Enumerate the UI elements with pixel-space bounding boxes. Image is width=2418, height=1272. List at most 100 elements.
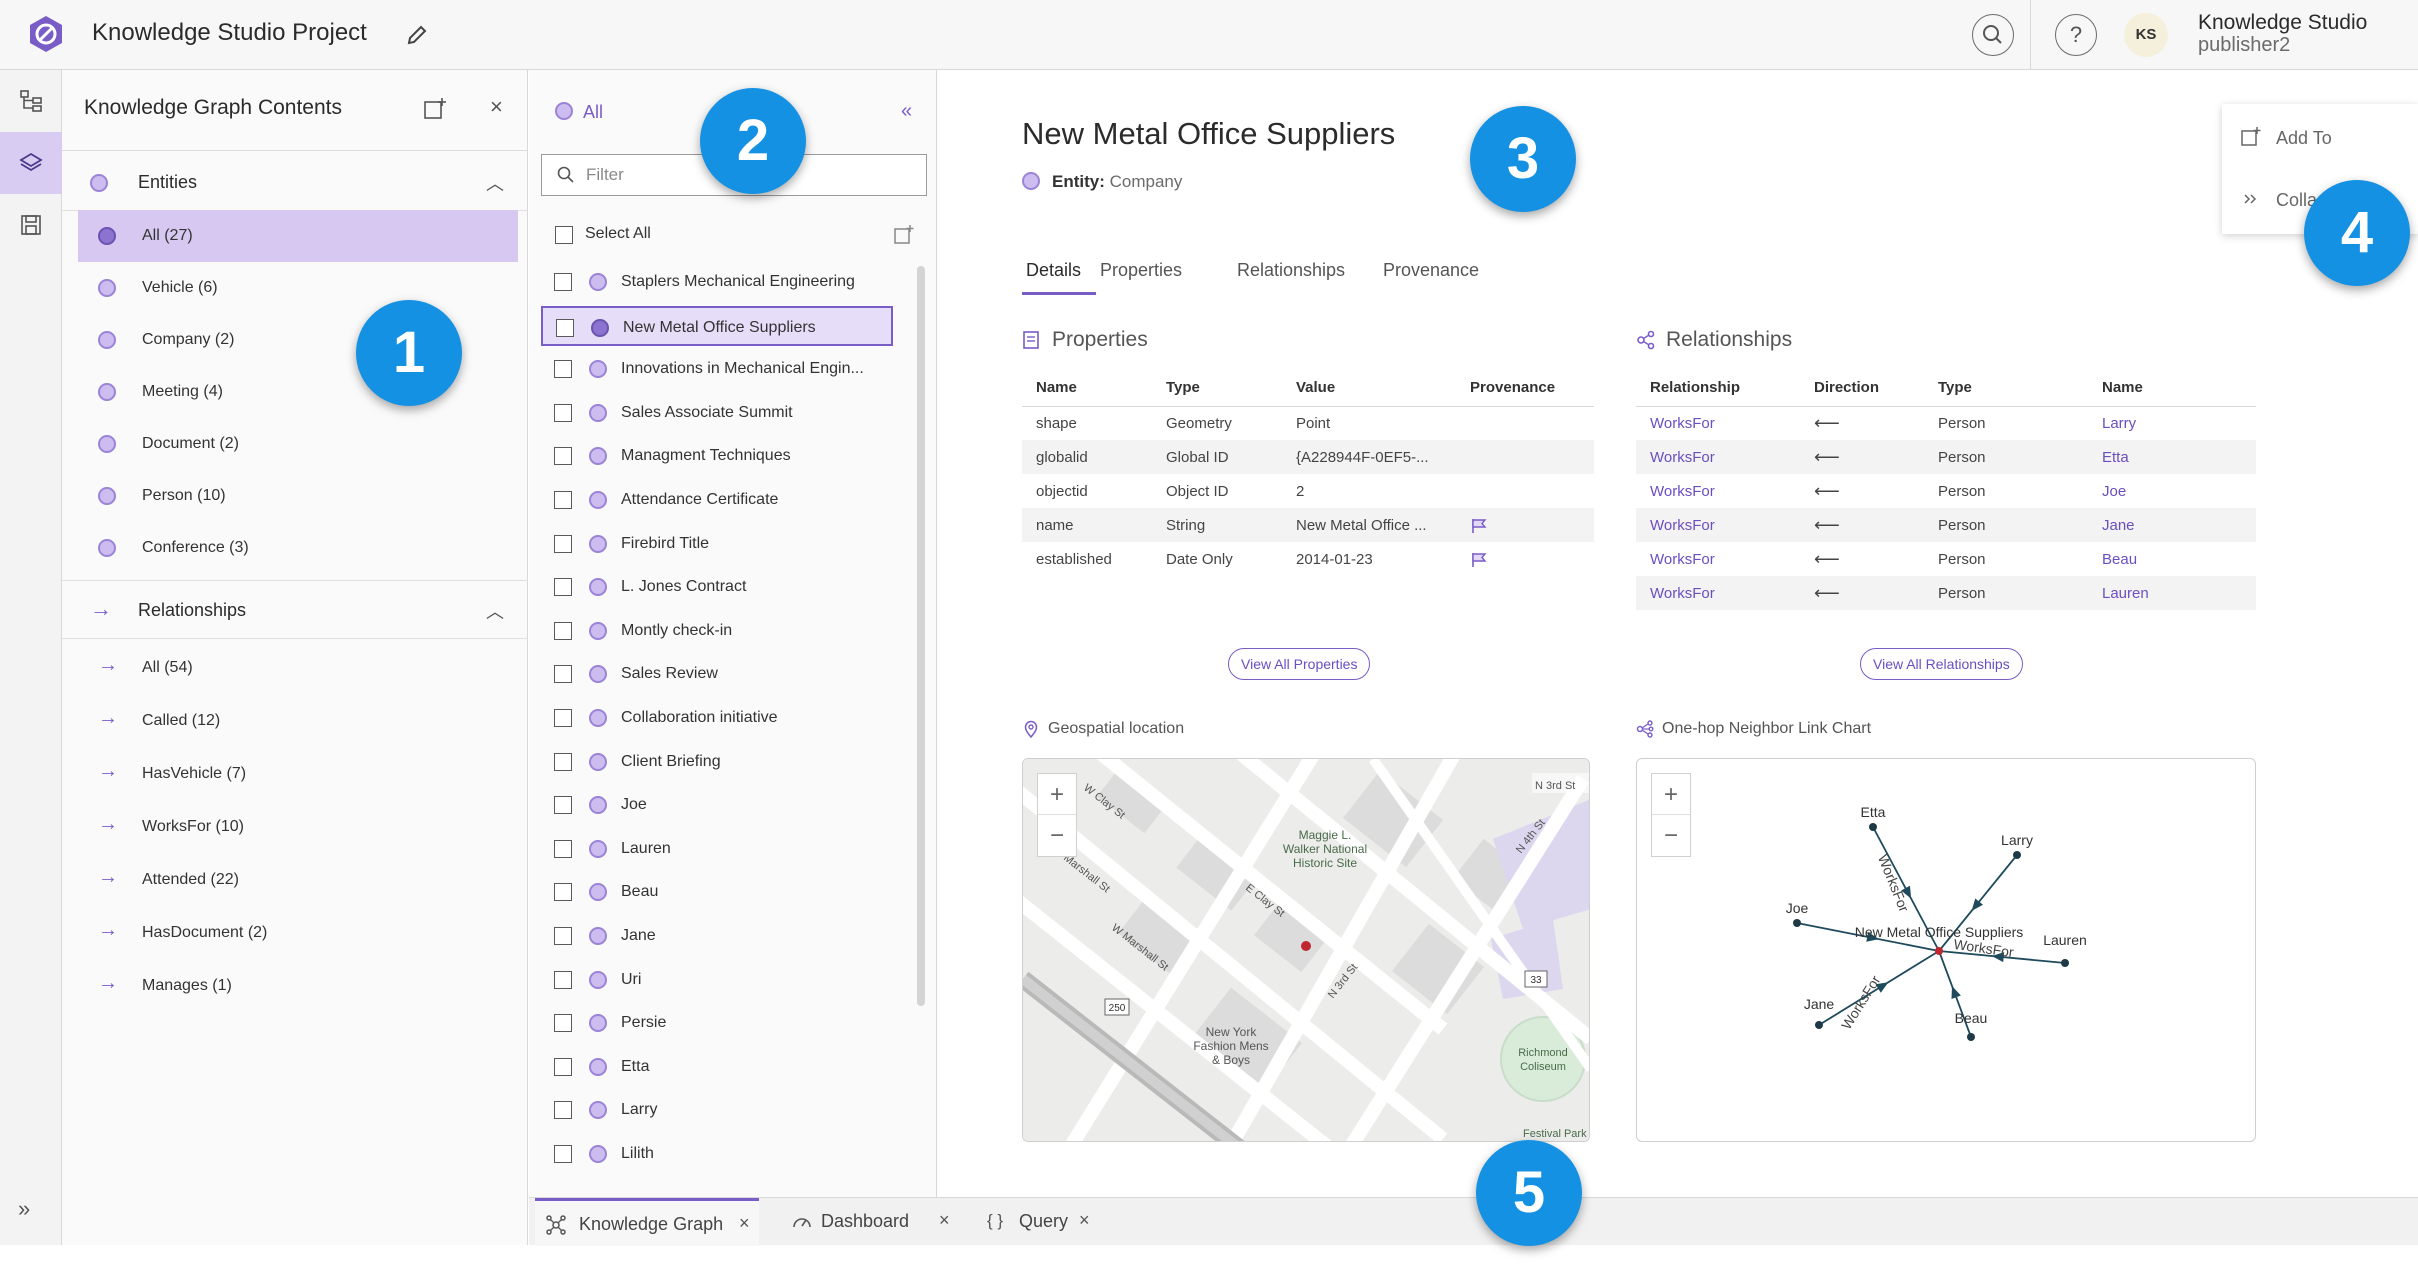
item-checkbox[interactable] [554,491,572,509]
tab-knowledge-graph[interactable]: Knowledge Graph × [535,1198,759,1246]
entity-list-item[interactable]: Lauren [541,829,893,869]
zoom-out-button[interactable]: − [1038,815,1076,856]
tab-query[interactable]: { } Query × [977,1198,1117,1246]
entity-type-conference[interactable]: Conference (3) [78,522,518,574]
item-checkbox[interactable] [554,403,572,422]
item-checkbox[interactable] [554,360,572,379]
entity-list-item[interactable]: Innovations in Mechanical Engin... [541,349,893,389]
item-checkbox[interactable] [554,1101,572,1120]
entity-list-item[interactable]: Staplers Mechanical Engineering [541,262,893,302]
entity-list-item[interactable]: Managment Techniques [541,436,893,476]
close-tab-icon[interactable]: × [739,1213,750,1234]
item-checkbox[interactable] [554,621,572,640]
entity-list-item[interactable]: Firebird Title [541,524,893,564]
tab-properties[interactable]: Properties [1100,260,1182,281]
close-tab-icon[interactable]: × [1079,1210,1090,1231]
relationship-link[interactable]: WorksFor [1636,406,1800,440]
item-checkbox[interactable] [554,839,572,858]
search-button[interactable] [1972,14,2014,56]
relationship-type-manages[interactable]: → Manages (1) [78,960,518,1012]
link-chart-node[interactable] [1793,919,1801,927]
relationship-link[interactable]: WorksFor [1636,576,1800,610]
tab-dashboard[interactable]: Dashboard × [781,1198,965,1246]
entity-list-item[interactable]: Attendance Certificate [541,480,893,520]
help-button[interactable]: ? [2055,14,2097,56]
relationship-type-all[interactable]: → All (54) [78,642,518,694]
item-checkbox[interactable] [554,883,572,902]
relationships-group-header[interactable]: → Relationships ︿ [62,584,528,638]
select-all-checkbox[interactable] [555,226,573,244]
tab-details[interactable]: Details [1026,260,1081,281]
link-chart-node[interactable] [2013,851,2021,859]
rail-save-button[interactable] [0,194,62,256]
close-tab-icon[interactable]: × [939,1210,950,1231]
item-checkbox[interactable] [554,665,572,684]
collapse-panel-icon[interactable]: « [901,100,912,123]
tab-relationships[interactable]: Relationships [1237,260,1345,281]
item-checkbox[interactable] [556,318,574,337]
entity-list-item[interactable]: Sales Associate Summit [541,393,893,433]
link-chart-node[interactable] [1815,1021,1823,1029]
relationship-link[interactable]: WorksFor [1636,440,1800,474]
entity-type-document[interactable]: Document (2) [78,418,518,470]
related-entity-link[interactable]: Beau [2088,542,2256,576]
geospatial-map[interactable]: W Clay St Maggie L. Walker National Hist… [1022,758,1590,1142]
item-checkbox[interactable] [554,447,572,466]
chevron-up-icon[interactable]: ︿ [486,598,504,624]
relationship-type-hasdocument[interactable]: → HasDocument (2) [78,907,518,959]
list-scrollbar[interactable] [917,266,925,1006]
zoom-out-button[interactable]: − [1652,815,1690,856]
entities-group-header[interactable]: Entities ︿ [62,156,528,210]
entity-list-item[interactable]: Larry [541,1090,893,1130]
item-checkbox[interactable] [554,796,572,815]
related-entity-link[interactable]: Joe [2088,474,2256,508]
entity-list-item[interactable]: Jane [541,916,893,956]
entity-list-item[interactable]: Sales Review [541,654,893,694]
entity-list-item[interactable]: Etta [541,1047,893,1087]
item-checkbox[interactable] [554,1014,572,1033]
expand-rail-icon[interactable]: » [18,1196,30,1222]
entity-list-item[interactable]: New Metal Office Suppliers [541,305,893,346]
item-checkbox[interactable] [554,578,572,597]
chevron-up-icon[interactable]: ︿ [486,170,504,196]
relationship-type-attended[interactable]: → Attended (22) [78,854,518,906]
provenance-flag-icon[interactable] [1470,518,1488,534]
close-icon[interactable]: × [490,94,503,120]
related-entity-link[interactable]: Larry [2088,406,2256,440]
entity-type-person[interactable]: Person (10) [78,470,518,522]
entity-list-item[interactable]: L. Jones Contract [541,567,893,607]
entity-list-item[interactable]: Beau [541,872,893,912]
tab-provenance[interactable]: Provenance [1383,260,1479,281]
pencil-icon[interactable] [404,22,430,48]
rail-hierarchy-button[interactable] [0,70,62,132]
item-checkbox[interactable] [554,927,572,945]
list-type-selector[interactable]: All [583,102,603,123]
entity-list-item[interactable]: Joe [541,785,893,825]
entity-type-vehicle[interactable]: Vehicle (6) [78,262,518,314]
rail-layers-button[interactable] [0,132,62,194]
link-chart-node[interactable] [1869,823,1877,831]
link-chart[interactable]: WorksFor WorksFor WorksFor New Metal Office… [1636,758,2256,1142]
entity-list-item[interactable]: Persie [541,1003,893,1043]
zoom-in-button[interactable]: + [1652,774,1690,815]
link-chart-node[interactable] [1967,1033,1975,1041]
provenance-flag-icon[interactable] [1470,552,1488,568]
relationship-link[interactable]: WorksFor [1636,508,1800,542]
item-checkbox[interactable] [554,1057,572,1076]
link-chart-center-node[interactable] [1935,947,1943,955]
add-to-button[interactable]: Add To [2222,106,2418,168]
item-checkbox[interactable] [554,752,572,771]
entity-list-item[interactable]: Lilith [541,1134,893,1174]
link-chart-canvas[interactable]: WorksForWorksForWorksForNew Metal Office… [1637,759,2256,1142]
item-checkbox[interactable] [554,709,572,727]
entity-list-item[interactable]: Client Briefing [541,742,893,782]
map-canvas[interactable]: W Clay St Maggie L. Walker National Hist… [1023,759,1590,1142]
relationship-link[interactable]: WorksFor [1636,542,1800,576]
view-all-properties-button[interactable]: View All Properties [1228,648,1371,680]
view-all-relationships-button[interactable]: View All Relationships [1860,648,2023,680]
item-checkbox[interactable] [554,970,572,989]
related-entity-link[interactable]: Etta [2088,440,2256,474]
add-to-map-icon[interactable] [422,96,448,122]
entity-type-all[interactable]: All (27) [78,210,518,262]
user-avatar[interactable]: KS [2124,13,2168,57]
